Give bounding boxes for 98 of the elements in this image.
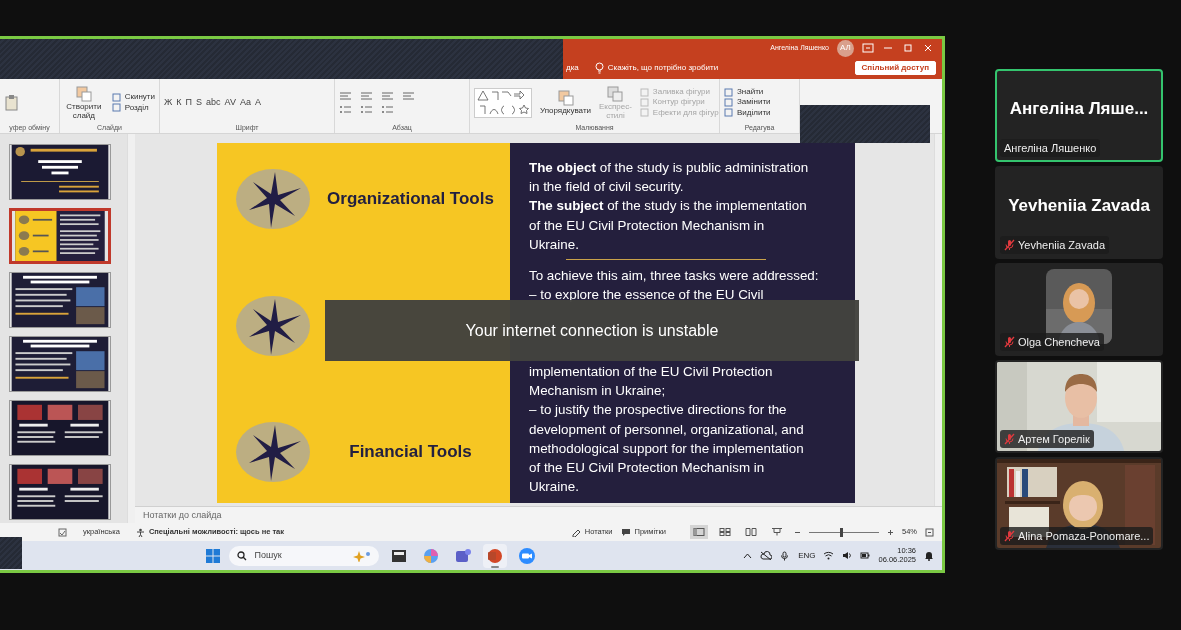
battery-icon[interactable] — [860, 551, 871, 560]
overlapping-squares-icon — [606, 84, 625, 103]
reading-view-icon[interactable] — [742, 525, 760, 539]
input-language[interactable]: ENG — [798, 549, 816, 562]
slide-text: methodological support for the implementation — [529, 439, 805, 458]
square-icon — [639, 98, 649, 107]
microphone-icon[interactable] — [780, 550, 791, 561]
square-icon — [639, 108, 649, 118]
clipboard-icon[interactable] — [4, 93, 20, 112]
slide-thumbnail[interactable] — [9, 400, 111, 456]
square-icon — [724, 87, 733, 97]
scrollbar[interactable] — [127, 134, 135, 523]
lightbulb-icon — [594, 62, 604, 74]
normal-view-icon[interactable] — [690, 525, 708, 539]
start-icon[interactable] — [204, 547, 221, 564]
wifi-icon[interactable] — [823, 551, 835, 560]
overlapping-squares-icon — [556, 89, 575, 108]
participant-name: Артем Горелік — [1018, 431, 1090, 447]
format-button[interactable]: К — [176, 95, 182, 110]
square-icon — [639, 87, 649, 97]
slide-text: – to justify the prospective directions for the — [529, 401, 788, 420]
slide-text: The object of the study is public administration — [529, 159, 810, 177]
comment-icon[interactable] — [620, 527, 631, 537]
ribbon-tab[interactable]: дка — [566, 62, 579, 74]
square-icon — [724, 98, 733, 107]
slide-text: of the EU Civil Protection Mechanism in — [529, 216, 766, 235]
square-icon — [111, 103, 121, 113]
slide-sorter-icon[interactable] — [716, 525, 734, 539]
star-emblem-icon — [235, 294, 311, 357]
slide-text: Ukraine. — [529, 478, 580, 497]
square-icon — [111, 92, 121, 102]
participant-display-name: Yevheniia Zavada — [1008, 194, 1150, 217]
bell-icon[interactable] — [924, 550, 934, 561]
format-button[interactable]: S — [196, 95, 203, 110]
ribbon-button[interactable]: Створити слайд — [64, 84, 104, 121]
accessibility-icon[interactable] — [135, 527, 145, 537]
slide-text: implementation of the EU Civil Protection — [529, 363, 774, 381]
close-icon[interactable] — [922, 43, 934, 53]
format-button[interactable]: AV — [224, 95, 236, 110]
tell-me-search[interactable]: Скажіть, що потрібно зробити — [607, 62, 719, 74]
slide-text: Ukraine. — [529, 235, 580, 254]
ribbon-button[interactable]: Виділити — [724, 107, 771, 119]
speaker-icon[interactable] — [842, 551, 853, 560]
search-field[interactable]: Пошук — [228, 545, 379, 566]
star-emblem-icon — [235, 168, 311, 230]
zoom-slider-thumb[interactable] — [840, 527, 844, 537]
overlapping-squares-icon — [74, 84, 93, 103]
share-button[interactable]: Спільний доступ — [854, 61, 936, 75]
star-emblem-icon — [235, 421, 311, 483]
participant-name: Ангеліна Ляшенко — [1004, 140, 1097, 156]
chevron-up-icon[interactable] — [743, 552, 753, 559]
format-button[interactable]: abc — [206, 95, 221, 110]
slide-text: of the EU Civil Protection Mechanism in — [529, 459, 766, 477]
participant-name: Yevheniia Zavada — [1018, 237, 1106, 253]
format-button[interactable]: Ж — [164, 95, 173, 110]
connection-warning-toast: Your internet connection is unstable — [325, 300, 859, 361]
participant-display-name: Ангеліна Ляше... — [1009, 97, 1149, 120]
ribbon-options-icon[interactable] — [862, 43, 874, 53]
restore-icon[interactable] — [902, 43, 914, 53]
spelling-icon[interactable] — [58, 527, 67, 537]
format-button[interactable]: A — [254, 95, 261, 110]
slide-thumbnail[interactable] — [9, 336, 111, 392]
participant-name: Alina Pomaza-Ponomare... — [1018, 528, 1150, 544]
list-icon[interactable] — [339, 104, 352, 115]
cloud-icon[interactable] — [760, 551, 773, 560]
slide-thumbnail[interactable] — [9, 144, 111, 200]
ribbon-button[interactable]: Упорядкувати — [540, 89, 592, 116]
tool-label: Financial Tools — [349, 441, 472, 464]
scrollbar[interactable] — [934, 134, 942, 506]
slide-thumbnail[interactable] — [9, 464, 111, 520]
sparkle-icon — [352, 549, 371, 562]
list-icon[interactable] — [381, 104, 394, 115]
presentation-app-icon[interactable] — [482, 543, 507, 568]
tool-label: Organizational Tools — [327, 188, 494, 211]
slide-text: To achieve this aim, three tasks were addressed: — [529, 267, 820, 285]
ribbon-button[interactable]: Скинути — [111, 92, 155, 103]
pencil-icon[interactable] — [571, 527, 581, 537]
slide-text: in the field of civil security. — [529, 178, 685, 197]
format-button[interactable]: Aa — [239, 95, 251, 110]
slide-thumbnail[interactable] — [9, 272, 111, 328]
slide-text: development of personnel, organizational, and — [529, 420, 805, 439]
search-placeholder: Пошук — [254, 548, 283, 562]
redacted-area — [0, 537, 22, 569]
slide-text: The subject of the study is the implementation — [529, 197, 808, 216]
participant-name: Olga Chencheva — [1018, 334, 1100, 350]
format-button[interactable]: П — [185, 95, 193, 110]
slide-thumbnail[interactable] — [9, 208, 111, 264]
shapes-gallery[interactable] — [474, 87, 532, 118]
slide-text: Mechanism in Ukraine; — [529, 382, 667, 401]
zoom-in-icon[interactable] — [887, 528, 894, 536]
list-icon[interactable] — [360, 104, 373, 115]
square-icon — [724, 108, 733, 118]
ribbon-button[interactable]: Знайти — [724, 86, 771, 98]
search-icon — [236, 550, 247, 561]
fit-to-window-icon[interactable] — [925, 527, 934, 537]
ribbon-button[interactable]: Замінити — [724, 97, 771, 108]
notes-field[interactable]: Нотатки до слайда — [135, 506, 942, 523]
ribbon-button[interactable]: Розділ — [111, 102, 155, 113]
